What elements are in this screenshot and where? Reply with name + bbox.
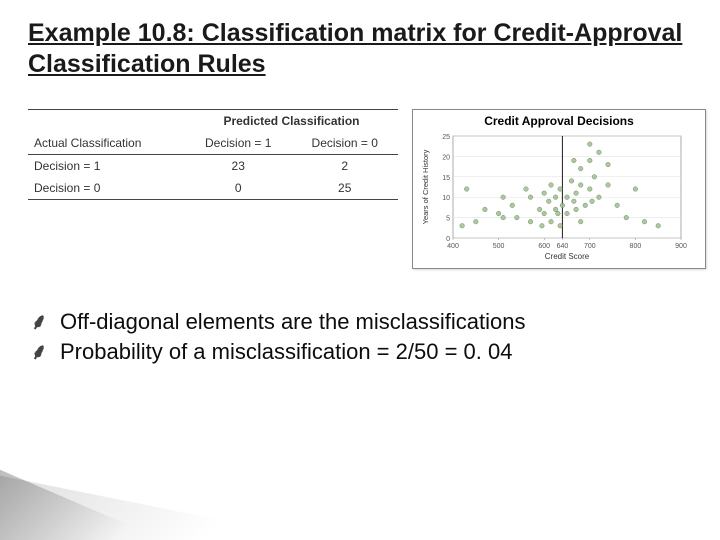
svg-text:5: 5 <box>446 215 450 222</box>
svg-text:500: 500 <box>493 243 505 250</box>
bullet-icon: ⸙ <box>28 309 50 335</box>
svg-text:640: 640 <box>557 243 569 250</box>
bullet-2-text: Probability of a misclassification = 2/5… <box>60 339 512 365</box>
scatter-chart: Credit Approval Decisions 0 5 10 15 20 25 400 5… <box>412 109 706 269</box>
slide-title: Example 10.8: Classification matrix for … <box>28 18 692 81</box>
row-decision-0-label: Decision = 0 <box>28 177 185 200</box>
cell-0-1: 0 <box>185 177 292 200</box>
svg-text:Years of Credit History: Years of Credit History <box>421 149 430 224</box>
svg-text:Credit Score: Credit Score <box>545 252 590 261</box>
chart-title: Credit Approval Decisions <box>419 114 699 128</box>
actual-header: Actual Classification <box>28 132 185 155</box>
bullet-1: ⸙ Off-diagonal elements are the misclass… <box>28 309 692 335</box>
content-row: Predicted Classification Actual Classifi… <box>28 109 692 269</box>
svg-text:700: 700 <box>584 243 596 250</box>
cell-1-1: 23 <box>185 154 292 177</box>
cell-0-0: 25 <box>291 177 398 200</box>
svg-text:900: 900 <box>675 243 687 250</box>
bullet-icon: ⸙ <box>28 339 50 365</box>
svg-text:0: 0 <box>446 236 450 243</box>
svg-text:20: 20 <box>442 154 450 161</box>
bullet-1-text: Off-diagonal elements are the misclassif… <box>60 309 525 335</box>
scatter-plot-svg: 0 5 10 15 20 25 400 500 600 640 700 800 900 Credit Sc… <box>419 132 687 262</box>
svg-text:800: 800 <box>630 243 642 250</box>
bullet-2: ⸙ Probability of a misclassification = 2… <box>28 339 692 365</box>
row-decision-1-label: Decision = 1 <box>28 154 185 177</box>
cell-1-0: 2 <box>291 154 398 177</box>
predicted-header: Predicted Classification <box>185 109 398 132</box>
svg-text:600: 600 <box>538 243 550 250</box>
col-decision-1: Decision = 1 <box>185 132 292 155</box>
classification-table: Predicted Classification Actual Classifi… <box>28 109 398 200</box>
svg-text:25: 25 <box>442 134 450 141</box>
svg-text:15: 15 <box>442 174 450 181</box>
bullets: ⸙ Off-diagonal elements are the misclass… <box>28 309 692 366</box>
svg-text:10: 10 <box>442 195 450 202</box>
col-decision-0: Decision = 0 <box>291 132 398 155</box>
svg-text:400: 400 <box>447 243 459 250</box>
